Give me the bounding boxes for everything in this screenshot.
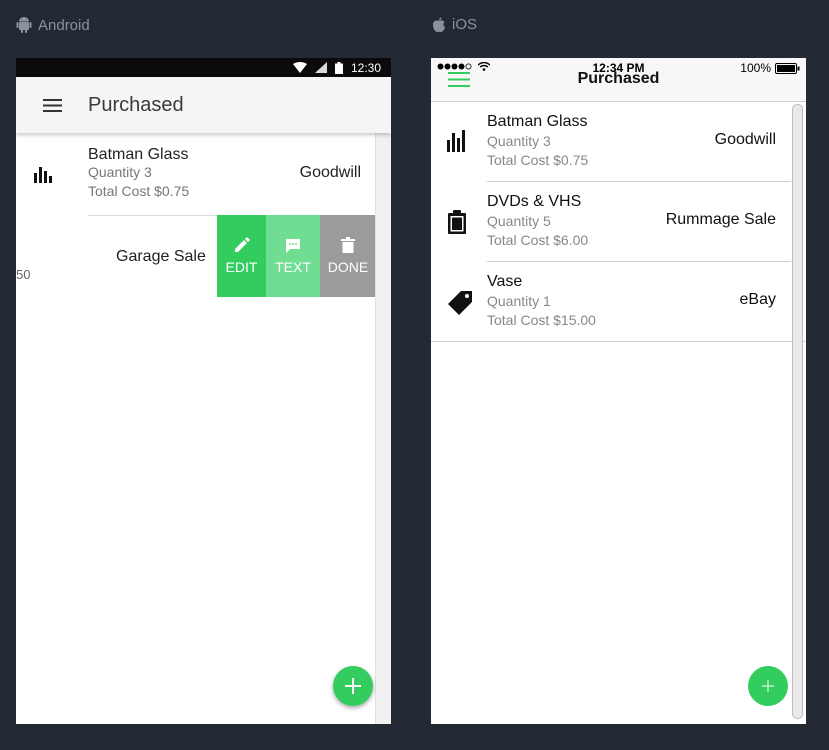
edit-label: EDIT <box>225 259 258 275</box>
item-store: eBay <box>739 291 776 308</box>
android-scroll-track <box>375 133 391 724</box>
item-store: Goodwill <box>714 131 776 148</box>
android-status-time: 12:30 <box>350 60 381 75</box>
android-page-title: Purchased <box>88 93 184 116</box>
ios-nav-bar: Purchased <box>431 70 806 102</box>
apple-icon <box>433 17 445 32</box>
text-button[interactable]: TEXT <box>266 215 320 297</box>
android-label: Android <box>38 16 90 34</box>
wifi-icon <box>292 62 307 73</box>
item-name: DVDs & VHS <box>487 193 582 210</box>
ios-label: iOS <box>452 16 478 33</box>
swiped-list-item[interactable]: 50 Garage Sale EDIT TEXT DONE <box>16 215 376 297</box>
bar-chart-icon <box>34 167 52 183</box>
swipe-actions: EDIT TEXT DONE <box>217 215 376 297</box>
android-screen: 12:30 Purchased Batman Glass Quantity 3 … <box>16 58 391 724</box>
done-button[interactable]: DONE <box>320 215 376 297</box>
list-item[interactable]: Batman Glass Quantity 3 Total Cost $0.75… <box>16 133 391 215</box>
item-name: Vase <box>487 273 523 290</box>
hamburger-icon <box>42 98 62 112</box>
ios-screen: 12:34 PM 100% Purchased Batman Glass Qua… <box>431 58 806 724</box>
signal-icon <box>314 62 327 73</box>
text-label: TEXT <box>275 258 311 275</box>
android-label-group: Android <box>16 16 90 34</box>
ios-scrollbar[interactable] <box>792 104 803 719</box>
item-name: Batman Glass <box>487 113 588 130</box>
ios-purchase-list: Batman Glass Quantity 3 Total Cost $0.75… <box>431 102 806 342</box>
android-app-bar: Purchased <box>16 77 391 133</box>
item-total-cost: Total Cost $0.75 <box>487 152 589 168</box>
item-total-cost: Total Cost $0.75 <box>88 183 190 199</box>
android-add-button[interactable] <box>333 666 373 706</box>
clipboard-icon <box>448 210 466 234</box>
item-quantity: Quantity 5 <box>487 213 551 229</box>
item-quantity: Quantity 1 <box>487 293 551 309</box>
ios-label-group: iOS <box>432 16 477 33</box>
android-status-bar: 12:30 <box>16 58 391 77</box>
done-label: DONE <box>327 259 369 275</box>
trash-icon <box>341 237 355 253</box>
item-total-cost: Total Cost $15.00 <box>487 312 596 328</box>
edit-button[interactable]: EDIT <box>217 215 266 297</box>
android-icon <box>16 17 32 33</box>
ios-add-button[interactable] <box>748 666 788 706</box>
android-menu-button[interactable] <box>16 98 88 112</box>
item-store: Rummage Sale <box>665 211 776 228</box>
list-item[interactable]: Vase Quantity 1 Total Cost $15.00 eBay <box>431 262 806 342</box>
ios-page-title: Purchased <box>577 70 660 87</box>
bar-chart-icon <box>447 130 465 152</box>
message-icon <box>286 238 300 253</box>
item-cost-fragment: 50 <box>16 267 31 282</box>
list-divider <box>431 341 806 342</box>
item-quantity: Quantity 3 <box>88 164 152 180</box>
item-name: Batman Glass <box>88 146 189 163</box>
item-quantity: Quantity 3 <box>487 133 551 149</box>
list-item[interactable]: Batman Glass Quantity 3 Total Cost $0.75… <box>431 102 806 182</box>
pencil-icon <box>234 237 250 252</box>
item-total-cost: Total Cost $6.00 <box>487 232 589 248</box>
tag-icon <box>448 291 472 315</box>
item-store: Goodwill <box>299 164 361 181</box>
list-item[interactable]: DVDs & VHS Quantity 5 Total Cost $6.00 R… <box>431 182 806 262</box>
plus-icon <box>762 680 774 692</box>
item-store: Garage Sale <box>116 248 206 265</box>
battery-icon <box>334 61 343 74</box>
android-purchase-list: Batman Glass Quantity 3 Total Cost $0.75… <box>16 133 391 216</box>
plus-icon <box>345 678 361 694</box>
